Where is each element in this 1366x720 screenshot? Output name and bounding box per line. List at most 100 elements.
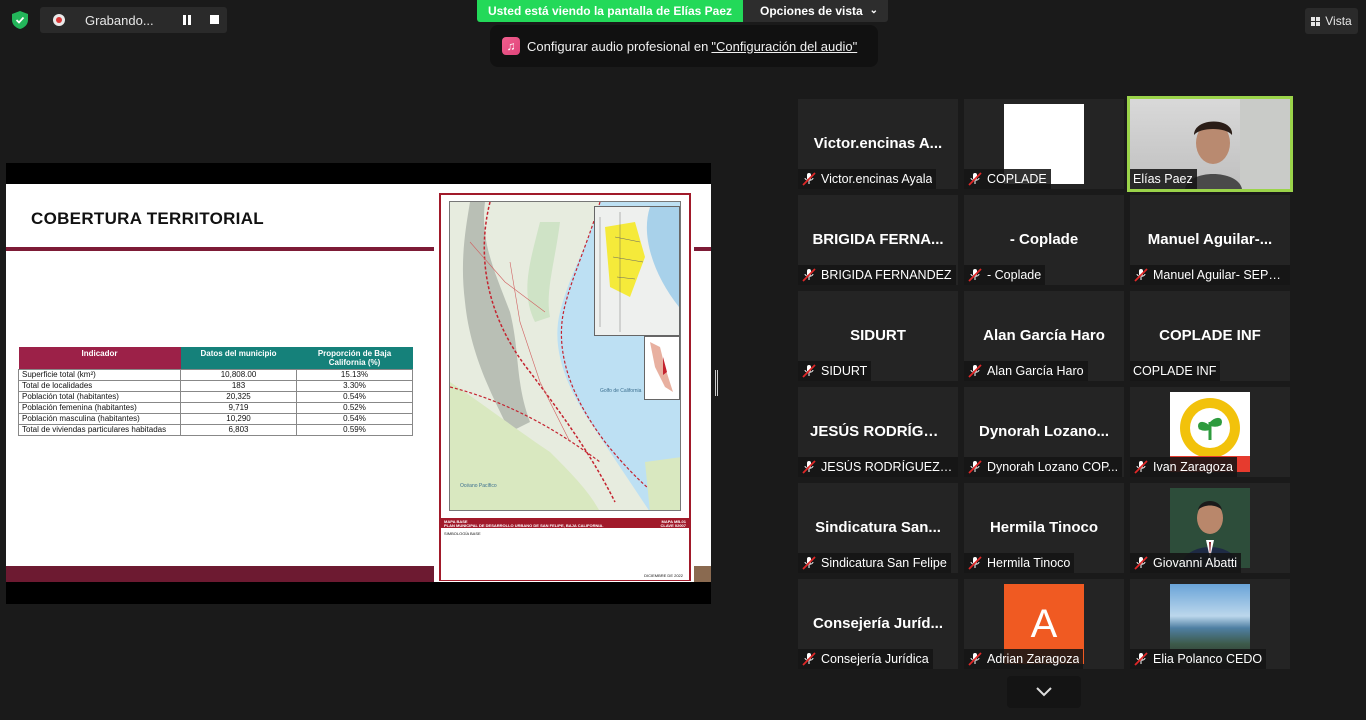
participant-name-label: COPLADE [964, 169, 1051, 189]
participant-name-label: Hermila Tinoco [964, 553, 1075, 573]
table-cell: 9,719 [180, 402, 297, 414]
participant-tile[interactable]: SIDURT SIDURT [798, 291, 958, 381]
participant-name-label: Dynorah Lozano COP... [964, 457, 1123, 477]
audio-settings-link[interactable]: "Configuración del audio" [711, 39, 857, 54]
participant-tile[interactable]: Victor.encinas A... Victor.encinas Ayala [798, 99, 958, 189]
muted-mic-icon [967, 556, 983, 570]
pause-recording-button[interactable] [183, 15, 193, 25]
participant-label-text: Consejería Jurídica [821, 652, 929, 666]
participant-tile[interactable]: Sindicatura San... Sindicatura San Felipe [798, 483, 958, 573]
territorial-data-table: Indicador Datos del municipio Proporción… [18, 347, 413, 436]
participant-label-text: Dynorah Lozano COP... [987, 460, 1119, 474]
table-header: Proporción de Baja California (%) [296, 347, 413, 370]
participant-name: JESÚS RODRÍGU... [810, 423, 947, 440]
table-row: Total de viviendas particulares habitada… [18, 424, 413, 436]
participant-tile[interactable]: - Coplade - Coplade [964, 195, 1124, 285]
participant-tile[interactable]: COPLADE [964, 99, 1124, 189]
slide-title: COBERTURA TERRITORIAL [31, 209, 264, 228]
participant-label-text: Victor.encinas Ayala [821, 172, 933, 186]
participant-label-text: Sindicatura San Felipe [821, 556, 947, 570]
table-cell: 10,290 [180, 413, 297, 425]
muted-mic-icon [967, 364, 983, 378]
shared-screen: COBERTURA TERRITORIAL Indicador Datos de… [6, 163, 711, 604]
participant-label-text: Hermila Tinoco [987, 556, 1071, 570]
map-date: DICIEMBRE DE 2022 [644, 573, 683, 578]
participant-tile[interactable]: Elías Paez [1127, 96, 1293, 192]
participant-tile[interactable]: COPLADE INF COPLADE INF [1130, 291, 1290, 381]
participant-name: Sindicatura San... [815, 519, 941, 536]
participant-tile[interactable]: Giovanni Abatti [1130, 483, 1290, 573]
participant-tile[interactable]: Dynorah Lozano... Dynorah Lozano COP... [964, 387, 1124, 477]
map-legend-title: SIMBOLOGÍA BASE [444, 531, 481, 536]
table-cell: Población femenina (habitantes) [18, 402, 181, 414]
panel-resize-handle[interactable] [715, 370, 718, 396]
participant-label-text: COPLADE [987, 172, 1047, 186]
participant-name-label: Alan García Haro [964, 361, 1088, 381]
muted-mic-icon [967, 460, 983, 474]
slide-footer-band [6, 566, 434, 582]
muted-mic-icon [967, 172, 983, 186]
muted-mic-icon [1133, 460, 1149, 474]
view-button-label: Vista [1325, 14, 1352, 28]
participant-name-label: Consejería Jurídica [798, 649, 933, 669]
map-footer-bar: MAPA BASE MAPA MB-01 PLAN MUNICIPAL DE D… [441, 518, 689, 528]
view-layout-button[interactable]: Vista [1305, 8, 1358, 34]
muted-mic-icon [801, 172, 817, 186]
participant-tile[interactable]: A Adrian Zaragoza [964, 579, 1124, 669]
audio-prompt-text: Configurar audio profesional en [527, 38, 709, 54]
chevron-down-icon [1036, 687, 1052, 697]
participant-tile[interactable]: Ivan Zaragoza [1130, 387, 1290, 477]
map-footer-code: CLAVE 02007 [660, 523, 687, 528]
participant-name: Dynorah Lozano... [978, 423, 1109, 440]
table-cell: 6,803 [180, 424, 297, 436]
participant-tile[interactable]: Alan García Haro Alan García Haro [964, 291, 1124, 381]
table-cell: 0.52% [296, 402, 413, 414]
participant-name-label: JESÚS RODRÍGUEZ C... [798, 457, 958, 477]
view-options-button[interactable]: Opciones de vista ⌄ [743, 0, 888, 22]
stop-recording-button[interactable] [210, 15, 219, 24]
participant-name: Alan García Haro [983, 327, 1105, 344]
participant-name-label: COPLADE INF [1130, 361, 1221, 381]
muted-mic-icon [801, 556, 817, 570]
table-cell: 15.13% [296, 369, 413, 381]
map-canvas: Golfo de California Océano Pacífico [449, 201, 681, 511]
participant-name-label: - Coplade [964, 265, 1046, 285]
gallery-next-page-button[interactable] [1007, 676, 1081, 708]
table-row: Superficie total (km²) 10,808.00 15.13% [18, 369, 413, 381]
participant-tile[interactable]: JESÚS RODRÍGU... JESÚS RODRÍGUEZ C... [798, 387, 958, 477]
table-cell: Población total (habitantes) [18, 391, 181, 403]
participant-tile[interactable]: Manuel Aguilar-... Manuel Aguilar- SEPE..… [1130, 195, 1290, 285]
table-cell: 183 [180, 380, 297, 392]
table-row: Total de localidades 183 3.30% [18, 380, 413, 392]
participant-tile[interactable]: Elia Polanco CEDO [1130, 579, 1290, 669]
participant-label-text: Giovanni Abatti [1153, 556, 1238, 570]
participant-label-text: JESÚS RODRÍGUEZ C... [821, 460, 954, 474]
participant-name-label: Giovanni Abatti [1130, 553, 1242, 573]
participant-name-label: BRIGIDA FERNANDEZ [798, 265, 956, 285]
participant-name: SIDURT [850, 327, 906, 344]
security-shield-icon[interactable] [9, 9, 31, 31]
table-row: Población femenina (habitantes) 9,719 0.52… [18, 402, 413, 414]
muted-mic-icon [801, 268, 817, 282]
participant-label-text: Ivan Zaragoza [1153, 460, 1233, 474]
participant-name-label: Victor.encinas Ayala [798, 169, 937, 189]
table-cell: 3.30% [296, 380, 413, 392]
participant-label-text: Elías Paez [1133, 172, 1193, 186]
slide-divider-right [694, 247, 711, 251]
table-cell: 0.59% [296, 424, 413, 436]
participant-tile[interactable]: Hermila Tinoco Hermila Tinoco [964, 483, 1124, 573]
participant-label-text: COPLADE INF [1133, 364, 1217, 378]
participant-tile[interactable]: BRIGIDA FERNA... BRIGIDA FERNANDEZ [798, 195, 958, 285]
participant-label-text: Manuel Aguilar- SEPE... [1153, 268, 1286, 282]
map-inset-locator [644, 336, 680, 400]
record-icon [53, 14, 65, 26]
table-row: Población total (habitantes) 20,325 0.54% [18, 391, 413, 403]
participant-name-label: Elia Polanco CEDO [1130, 649, 1267, 669]
table-cell: 0.54% [296, 391, 413, 403]
table-cell: Población masculina (habitantes) [18, 413, 181, 425]
chevron-down-icon: ⌄ [869, 5, 878, 16]
screen-share-banner: Usted está viendo la pantalla de Elías P… [477, 0, 743, 22]
participant-tile[interactable]: Consejería Juríd... Consejería Jurídica [798, 579, 958, 669]
muted-mic-icon [1133, 652, 1149, 666]
recording-indicator: Grabando... [40, 7, 227, 33]
